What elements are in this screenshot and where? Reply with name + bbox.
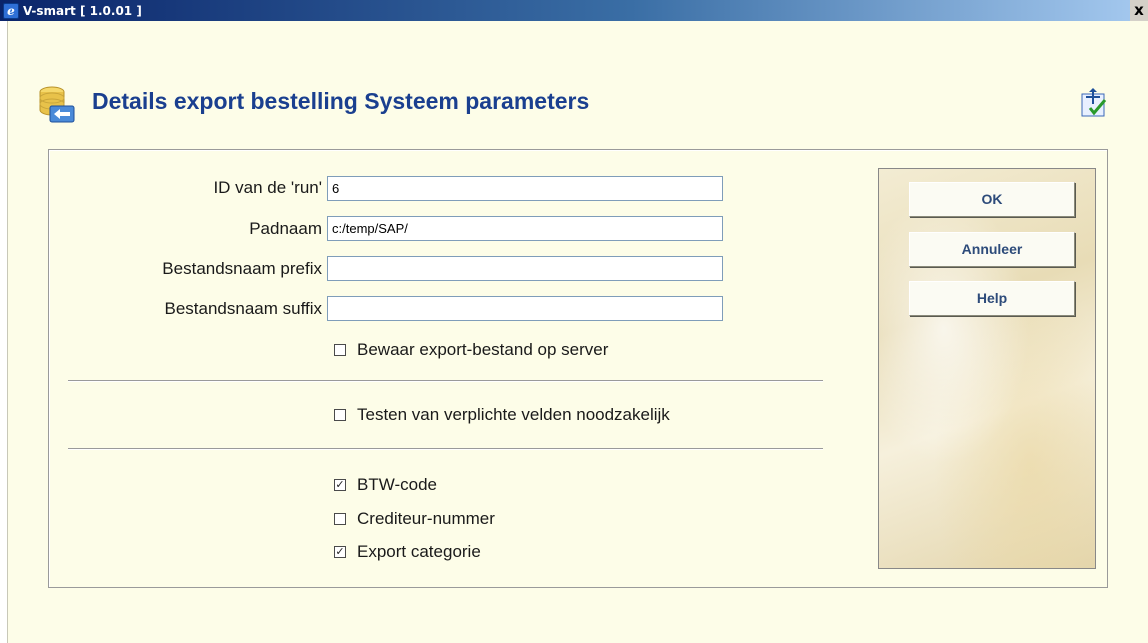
left-border — [0, 21, 8, 643]
test-required-fields-label: Testen van verplichte velden noodzakelij… — [357, 405, 670, 424]
cancel-button[interactable]: Annuleer — [909, 232, 1075, 267]
save-export-on-server-option[interactable]: Bewaar export-bestand op server — [334, 340, 608, 360]
test-required-fields-checkbox[interactable] — [334, 409, 346, 421]
test-required-fields-option[interactable]: Testen van verplichte velden noodzakelij… — [334, 405, 670, 425]
filename-suffix-label: Bestandsnaam suffix — [164, 299, 323, 318]
page-title: Details export bestelling Systeem parame… — [92, 88, 590, 114]
filename-prefix-label: Bestandsnaam prefix — [162, 259, 322, 278]
title-bar: e V-smart [ 1.0.01 ] x — [0, 0, 1148, 21]
export-category-label: Export categorie — [357, 542, 481, 561]
path-label: Padnaam — [249, 219, 322, 238]
vat-code-label: BTW-code — [357, 475, 437, 494]
creditor-number-checkbox[interactable] — [334, 513, 346, 525]
window-title: V-smart [ 1.0.01 ] — [23, 3, 142, 18]
filename-suffix-input[interactable] — [327, 296, 723, 321]
export-category-checkbox[interactable]: ✓ — [334, 546, 346, 558]
filename-prefix-input[interactable] — [327, 256, 723, 281]
help-button[interactable]: Help — [909, 281, 1075, 316]
vat-code-checkbox[interactable]: ✓ — [334, 479, 346, 491]
path-input[interactable] — [327, 216, 723, 241]
help-cursor-icon[interactable] — [1080, 88, 1108, 118]
run-id-label: ID van de 'run' — [213, 178, 322, 197]
vat-code-option[interactable]: ✓ BTW-code — [334, 475, 437, 495]
save-export-on-server-checkbox[interactable] — [334, 344, 346, 356]
save-export-on-server-label: Bewaar export-bestand op server — [357, 340, 609, 359]
divider — [68, 380, 823, 382]
run-id-input[interactable] — [327, 176, 723, 201]
creditor-number-label: Crediteur-nummer — [357, 509, 495, 528]
app-icon: e — [3, 2, 19, 19]
button-panel: OK Annuleer Help — [878, 168, 1096, 569]
creditor-number-option[interactable]: Crediteur-nummer — [334, 509, 495, 529]
divider — [68, 448, 823, 450]
export-category-option[interactable]: ✓ Export categorie — [334, 542, 481, 562]
close-button[interactable]: x — [1130, 0, 1148, 21]
database-export-icon — [39, 86, 75, 123]
ok-button[interactable]: OK — [909, 182, 1075, 217]
